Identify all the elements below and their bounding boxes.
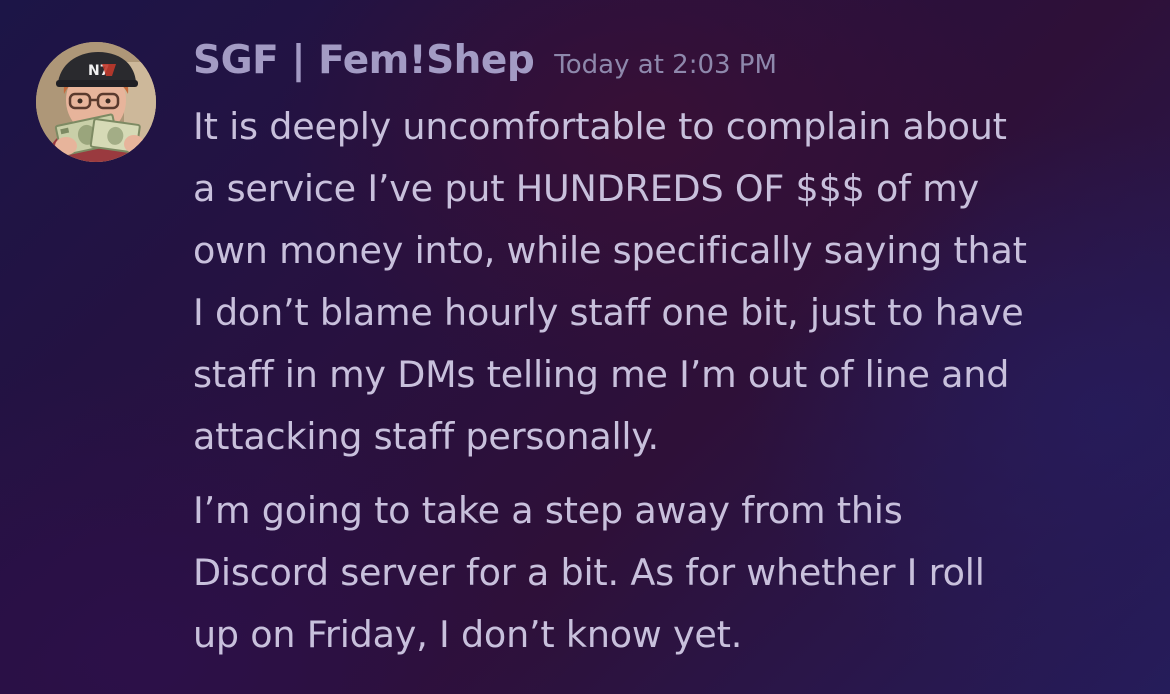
username[interactable]: SGF | Fem!Shep [193, 38, 535, 83]
message-line: attacking staff personally. [193, 415, 659, 458]
message-line: own money into, while specifically sayin… [193, 229, 1027, 272]
chat-message: N7 SGF | Fem!Shep Today at 2:03 PM It is… [0, 0, 1170, 694]
message-header: SGF | Fem!Shep Today at 2:03 PM [193, 38, 777, 83]
message-line: a service I’ve put HUNDREDS OF $$$ of my [193, 167, 979, 210]
message-line: I don’t blame hourly staff one bit, just… [193, 291, 1024, 334]
message-content: It is deeply uncomfortable to complain a… [193, 96, 1153, 666]
avatar-image: N7 [36, 42, 156, 162]
user-avatar[interactable]: N7 [36, 42, 156, 162]
message-paragraph: It is deeply uncomfortable to complain a… [193, 96, 1153, 468]
timestamp: Today at 2:03 PM [554, 50, 777, 80]
message-line: Discord server for a bit. As for whether… [193, 551, 985, 594]
message-paragraph: I’m going to take a step away from this … [193, 480, 1153, 666]
message-line: It is deeply uncomfortable to complain a… [193, 105, 1007, 148]
message-line: I’m going to take a step away from this [193, 489, 903, 532]
message-line: up on Friday, I don’t know yet. [193, 613, 743, 656]
message-line: staff in my DMs telling me I’m out of li… [193, 353, 1010, 396]
